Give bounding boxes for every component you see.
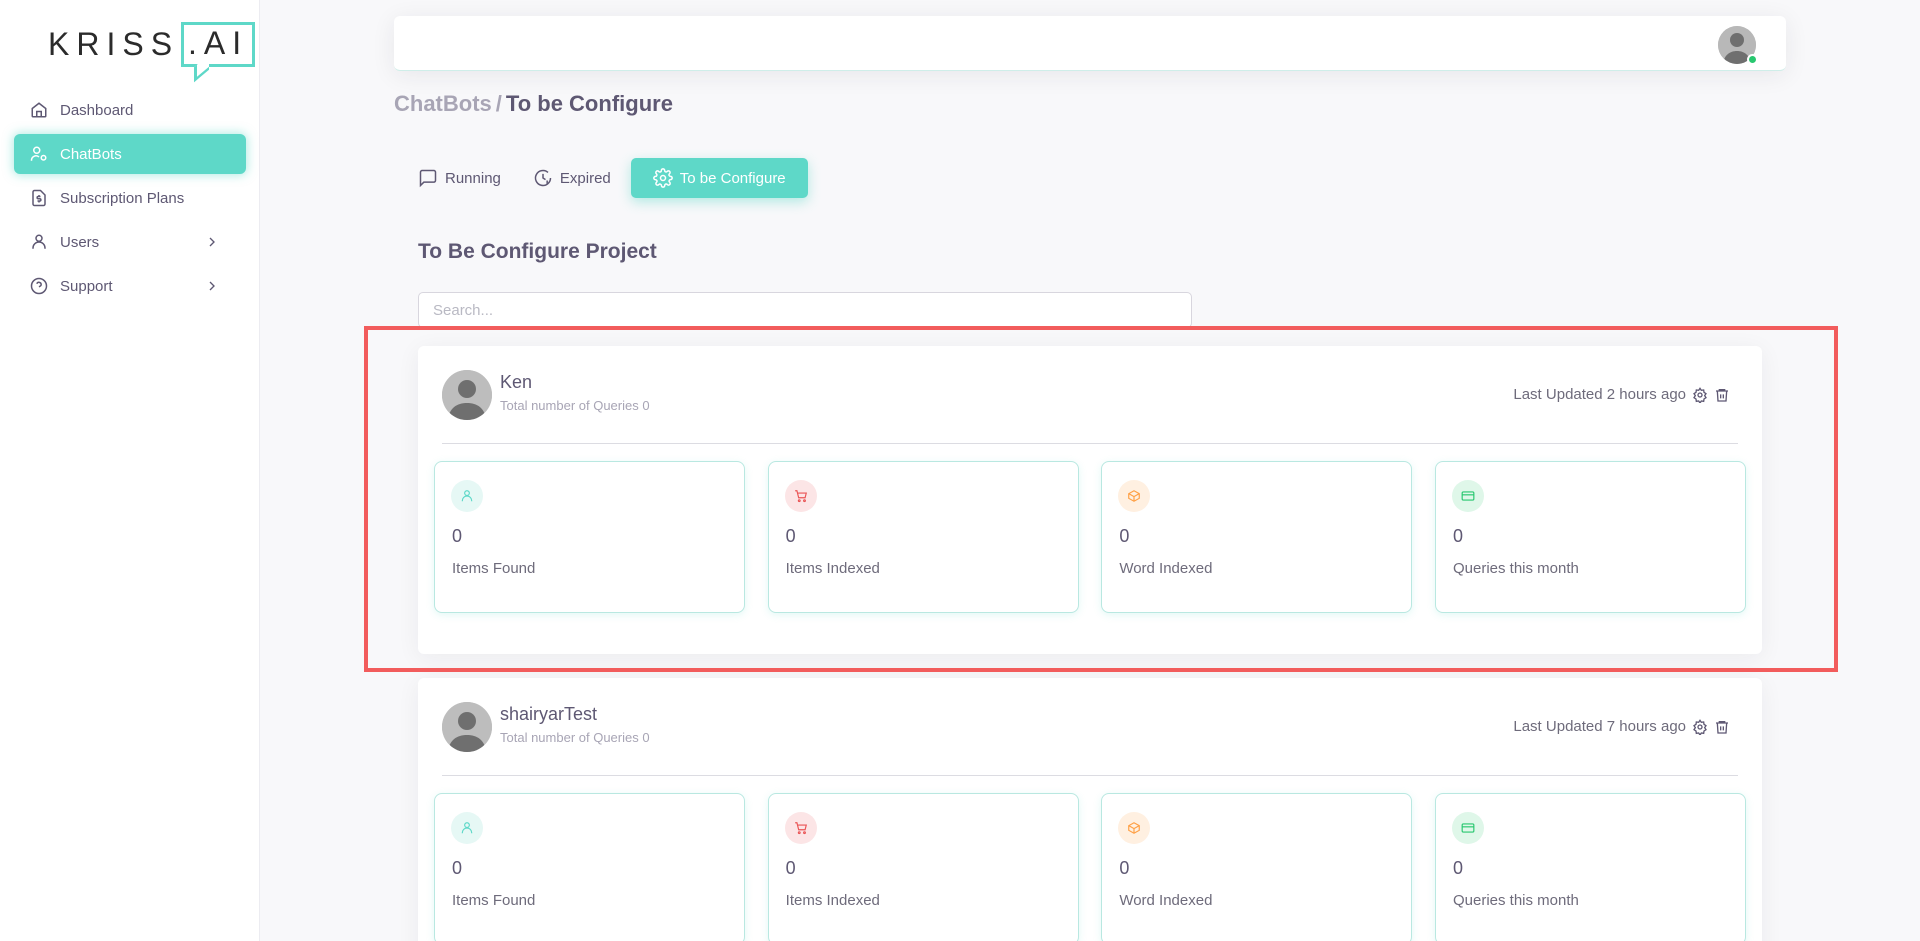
stat-card-items-found: 0 Items Found — [434, 461, 745, 613]
project-card: shairyarTest Total number of Queries 0 L… — [418, 678, 1762, 941]
logo-text: KRISS — [48, 25, 180, 62]
breadcrumb-current: To be Configure — [505, 91, 673, 116]
breadcrumb-separator: / — [495, 91, 502, 116]
chevron-right-icon — [204, 234, 220, 250]
stat-value: 0 — [452, 526, 463, 546]
last-updated: Last Updated 7 hours ago — [1513, 718, 1730, 735]
sidebar-item-label: Users — [60, 233, 100, 251]
sidebar-item-support[interactable]: Support — [14, 266, 246, 306]
clock-icon — [533, 168, 553, 188]
project-avatar — [442, 702, 492, 752]
stat-card-word-indexed: 0 Word Indexed — [1101, 461, 1413, 613]
stat-value: 0 — [785, 526, 796, 546]
breadcrumb-chatbots[interactable]: ChatBots — [394, 91, 492, 116]
user-settings-icon — [30, 145, 48, 163]
message-square-icon — [418, 168, 438, 188]
last-updated-text: Last Updated 7 hours ago — [1513, 718, 1686, 735]
credit-card-icon — [1451, 812, 1484, 844]
stat-value: 0 — [1119, 526, 1130, 546]
project-card: Ken Total number of Queries 0 Last Updat… — [418, 346, 1762, 654]
stat-value: 0 — [1119, 858, 1130, 878]
sidebar-item-users[interactable]: Users — [14, 222, 246, 262]
project-avatar — [442, 370, 492, 420]
stat-card-queries-this-month: 0 Queries this month — [1434, 793, 1746, 941]
stat-label: Word Indexed — [1119, 892, 1213, 909]
home-icon — [30, 101, 48, 119]
project-header: Ken Total number of Queries 0 Last Updat… — [442, 370, 1738, 420]
stat-label: Items Found — [452, 892, 536, 909]
trash-icon[interactable] — [1714, 719, 1730, 735]
sidebar-nav: Dashboard ChatBots Subscription Plans Us… — [14, 90, 246, 310]
project-name: shairyarTest — [500, 704, 598, 724]
sidebar-item-chatbots[interactable]: ChatBots — [14, 134, 246, 174]
sidebar-item-label: Support — [60, 277, 113, 295]
user-icon — [30, 233, 48, 251]
stat-card-items-indexed: 0 Items Indexed — [767, 461, 1079, 613]
chevron-right-icon — [204, 278, 220, 294]
stat-card-items-found: 0 Items Found — [434, 793, 745, 941]
last-updated-text: Last Updated 2 hours ago — [1513, 386, 1686, 403]
project-name: Ken — [500, 372, 533, 392]
search-input[interactable] — [418, 292, 1192, 328]
sidebar-item-label: Dashboard — [60, 101, 134, 119]
stat-label: Items Indexed — [785, 892, 880, 909]
breadcrumb: ChatBots / To be Configure — [394, 91, 673, 117]
last-updated: Last Updated 2 hours ago — [1513, 386, 1730, 403]
tab-label: To be Configure — [679, 169, 786, 187]
stat-label: Queries this month — [1452, 892, 1579, 909]
stat-card-queries-this-month: 0 Queries this month — [1434, 461, 1746, 613]
help-circle-icon — [30, 277, 48, 295]
tab-running[interactable]: Running — [406, 158, 513, 198]
stat-label: Items Indexed — [785, 560, 880, 577]
stats-row: 0 Items Found 0 Items Indexed 0 Word Ind… — [434, 461, 1746, 613]
credit-card-icon — [1451, 480, 1484, 512]
stat-label: Items Found — [452, 560, 536, 577]
stat-card-items-indexed: 0 Items Indexed — [767, 793, 1079, 941]
tab-label: Running — [445, 169, 501, 187]
project-query-count: Total number of Queries 0 — [500, 730, 650, 745]
stat-value: 0 — [452, 858, 463, 878]
tab-expired[interactable]: Expired — [521, 158, 623, 198]
divider — [442, 443, 1738, 444]
sidebar-item-label: Subscription Plans — [60, 189, 185, 207]
logo-bubble: .AI — [181, 21, 256, 67]
box-icon — [1118, 812, 1151, 844]
status-tabs: Running Expired To be Configure — [406, 158, 808, 198]
box-icon — [1118, 480, 1151, 512]
project-header: shairyarTest Total number of Queries 0 L… — [442, 702, 1738, 752]
cart-icon — [784, 480, 817, 512]
stats-row: 0 Items Found 0 Items Indexed 0 Word Ind… — [434, 793, 1746, 941]
sidebar-item-label: ChatBots — [60, 145, 122, 163]
settings-icon[interactable] — [1692, 718, 1708, 735]
online-status-dot — [1747, 54, 1758, 65]
dollar-file-icon — [30, 189, 48, 207]
sidebar: KRISS .AI Dashboard ChatBots Subscription… — [0, 0, 260, 941]
stat-value: 0 — [1452, 526, 1463, 546]
stat-value: 0 — [785, 858, 796, 878]
cart-icon — [784, 812, 817, 844]
sidebar-item-subscription-plans[interactable]: Subscription Plans — [14, 178, 246, 218]
tab-to-be-configure[interactable]: To be Configure — [630, 158, 808, 198]
stat-label: Word Indexed — [1119, 560, 1213, 577]
user-icon — [451, 480, 483, 512]
settings-icon[interactable] — [1692, 386, 1708, 403]
top-navbar — [394, 16, 1786, 71]
trash-icon[interactable] — [1714, 387, 1730, 403]
logo[interactable]: KRISS .AI — [48, 16, 256, 72]
stat-label: Queries this month — [1452, 560, 1579, 577]
settings-icon — [652, 168, 673, 188]
stat-value: 0 — [1452, 858, 1463, 878]
stat-card-word-indexed: 0 Word Indexed — [1101, 793, 1413, 941]
section-title: To Be Configure Project — [418, 240, 657, 263]
user-icon — [451, 812, 483, 844]
sidebar-item-dashboard[interactable]: Dashboard — [14, 90, 246, 130]
tab-label: Expired — [559, 169, 611, 187]
divider — [442, 775, 1738, 776]
project-query-count: Total number of Queries 0 — [500, 398, 650, 413]
